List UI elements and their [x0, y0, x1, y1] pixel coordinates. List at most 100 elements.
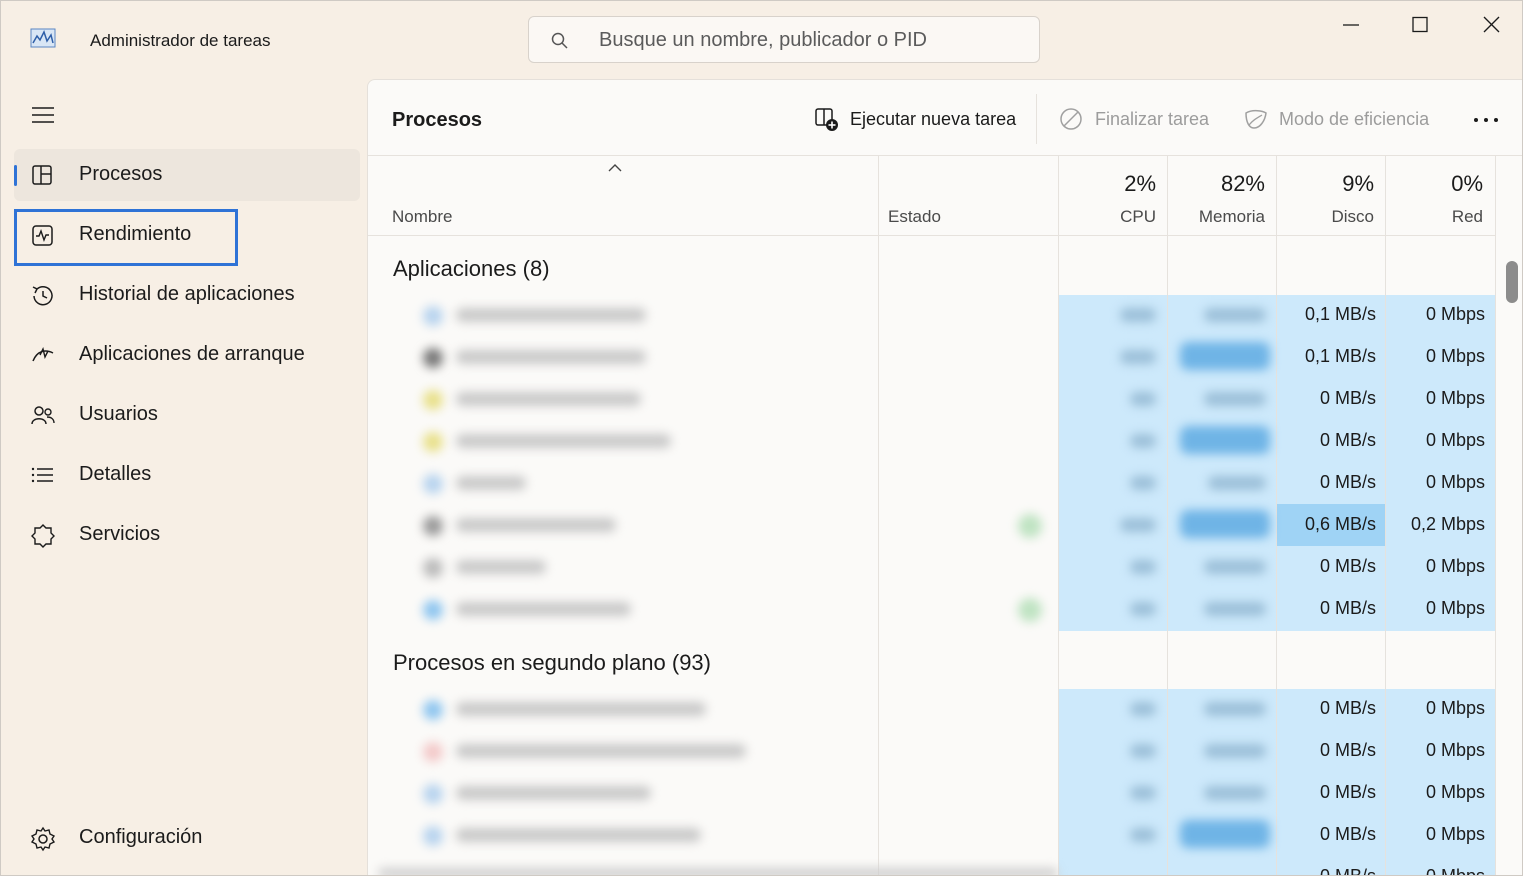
memory-percent: 82% — [1220, 171, 1265, 196]
column-header-memory[interactable]: Memoria — [1167, 207, 1265, 227]
process-icon — [423, 742, 443, 762]
run-new-task-button[interactable]: Ejecutar nueva tarea — [814, 106, 1024, 136]
hamburger-menu-icon[interactable] — [31, 105, 55, 125]
maximize-icon — [1412, 16, 1428, 33]
maximize-button[interactable] — [1397, 9, 1443, 41]
processes-icon — [32, 165, 52, 185]
title-bar: Administrador de tareas Busque un nombre… — [1, 1, 1522, 79]
app-name[interactable] — [456, 518, 616, 532]
memory-value — [1204, 560, 1266, 574]
column-header-name[interactable]: Nombre — [392, 207, 452, 227]
toolbar-divider — [368, 155, 1522, 156]
network-value: 0 Mbps — [1425, 430, 1485, 450]
app-name[interactable] — [456, 434, 671, 448]
process-name[interactable] — [456, 702, 706, 716]
memory-value — [1204, 392, 1266, 406]
active-indicator — [14, 165, 17, 186]
disk-value: 0 MB/s — [1319, 782, 1376, 802]
app-name[interactable] — [456, 476, 526, 490]
startup-icon — [32, 346, 54, 362]
memory-value — [1204, 786, 1266, 800]
efficiency-mode-label: Modo de eficiencia — [1279, 109, 1430, 129]
cpu-value — [1120, 308, 1156, 322]
column-separator — [878, 156, 879, 875]
disk-value: 0 MB/s — [1319, 388, 1376, 408]
sidebar-item-label: Configuración — [79, 826, 203, 848]
sidebar-item-usuarios[interactable]: Usuarios — [14, 389, 360, 441]
sidebar-item-label: Rendimiento — [79, 223, 192, 245]
vertical-scrollbar-thumb[interactable] — [1506, 261, 1518, 303]
sidebar-item-arranque[interactable]: Aplicaciones de arranque — [14, 329, 360, 381]
search-placeholder: Busque un nombre, publicador o PID — [599, 29, 927, 51]
group-title-apps[interactable]: Aplicaciones (8) — [393, 256, 550, 282]
sidebar-item-rendimiento[interactable]: Rendimiento — [14, 209, 360, 266]
app-name[interactable] — [456, 350, 646, 364]
processes-panel: Procesos Ejecutar nueva tarea Finalizar … — [367, 79, 1522, 875]
process-name[interactable] — [456, 828, 701, 842]
details-icon — [31, 467, 53, 483]
group-title-background[interactable]: Procesos en segundo plano (93) — [393, 650, 711, 676]
memory-value — [1204, 308, 1266, 322]
task-manager-window: Administrador de tareas Busque un nombre… — [0, 0, 1523, 876]
cpu-value — [1130, 828, 1156, 842]
settings-gear-icon — [30, 826, 56, 852]
sidebar: Procesos Rendimiento Historial de aplica… — [1, 79, 367, 875]
end-task-button[interactable]: Finalizar tarea — [1059, 106, 1219, 136]
disk-percent: 9% — [1342, 171, 1374, 196]
leaf-icon — [1245, 109, 1267, 129]
network-value: 0 Mbps — [1425, 388, 1485, 408]
network-value: 0 Mbps — [1425, 740, 1485, 760]
memory-value — [1208, 476, 1266, 490]
disk-value: 0 MB/s — [1319, 740, 1376, 760]
more-options-icon[interactable] — [1468, 106, 1504, 136]
cpu-value — [1120, 350, 1156, 364]
network-value: 0 Mbps — [1425, 698, 1485, 718]
app-name[interactable] — [456, 560, 546, 574]
efficiency-mode-button[interactable]: Modo de eficiencia — [1243, 106, 1443, 136]
network-value: 0 Mbps — [1425, 598, 1485, 618]
process-icon — [423, 700, 443, 720]
end-task-icon — [1060, 108, 1082, 130]
app-name[interactable] — [456, 602, 631, 616]
column-separator — [1167, 156, 1168, 875]
sidebar-item-detalles[interactable]: Detalles — [14, 449, 360, 501]
memory-value — [1180, 820, 1270, 848]
network-value: 0 Mbps — [1425, 824, 1485, 844]
column-header-cpu[interactable]: CPU — [1058, 207, 1156, 227]
column-header-network[interactable]: Red — [1385, 207, 1483, 227]
close-button[interactable] — [1468, 9, 1514, 41]
process-name[interactable] — [456, 744, 746, 758]
sidebar-item-historial[interactable]: Historial de aplicaciones — [14, 269, 360, 321]
app-icon — [423, 306, 443, 326]
sidebar-item-label: Detalles — [79, 463, 152, 485]
sidebar-item-servicios[interactable]: Servicios — [14, 509, 360, 561]
column-header-status[interactable]: Estado — [888, 207, 941, 227]
cpu-value — [1130, 434, 1156, 448]
app-icon — [423, 516, 443, 536]
network-percent: 0% — [1451, 171, 1483, 196]
status-leaf-icon — [1018, 514, 1042, 538]
sidebar-item-label: Procesos — [79, 163, 163, 185]
process-icon — [423, 784, 443, 804]
network-value: 0,2 Mbps — [1410, 514, 1485, 534]
sort-ascending-icon[interactable] — [606, 162, 624, 174]
search-input[interactable]: Busque un nombre, publicador o PID — [528, 16, 1040, 63]
disk-value: 0,1 MB/s — [1304, 304, 1376, 324]
column-separator — [1495, 156, 1496, 875]
status-leaf-icon — [1018, 598, 1042, 622]
column-separator — [1058, 156, 1059, 875]
cpu-percent: 2% — [1124, 171, 1156, 196]
app-name[interactable] — [456, 392, 641, 406]
page-title: Procesos — [392, 109, 483, 131]
sidebar-item-procesos[interactable]: Procesos — [14, 149, 360, 201]
app-icon — [423, 432, 443, 452]
sidebar-item-configuracion[interactable]: Configuración — [14, 812, 360, 864]
column-header-disk[interactable]: Disco — [1276, 207, 1374, 227]
minimize-button[interactable] — [1328, 9, 1374, 41]
users-icon — [31, 406, 55, 425]
process-name[interactable] — [456, 786, 651, 800]
memory-value — [1180, 342, 1270, 370]
app-name[interactable] — [456, 308, 646, 322]
cpu-value — [1130, 786, 1156, 800]
disk-value: 0 MB/s — [1319, 598, 1376, 618]
